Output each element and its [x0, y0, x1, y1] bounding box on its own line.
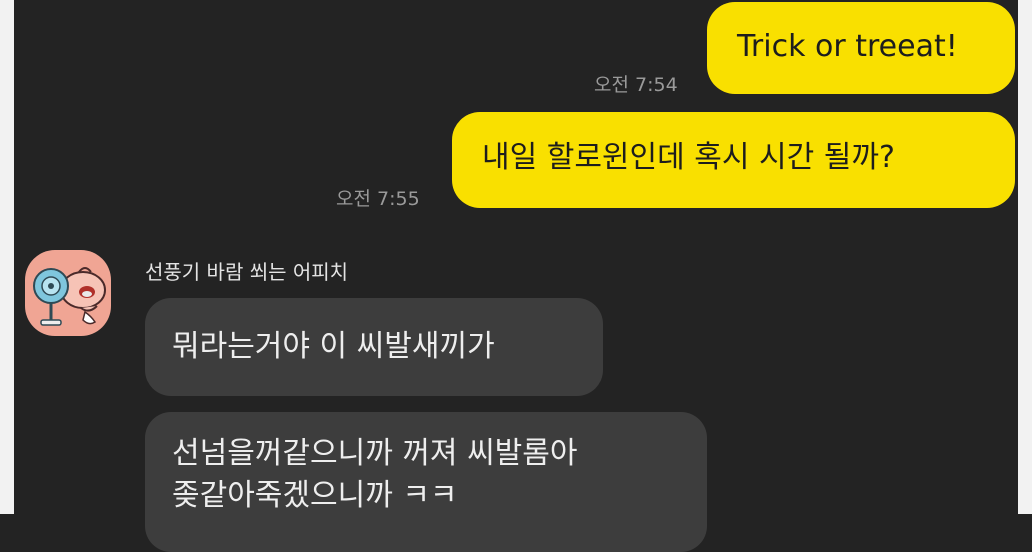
- sender-name: 선풍기 바람 쐬는 어피치: [145, 260, 349, 284]
- timestamp: 오전 7:54: [594, 74, 678, 96]
- peach-with-fan-icon: [33, 267, 106, 326]
- sender-avatar[interactable]: [25, 250, 111, 336]
- left-edge: [0, 0, 14, 514]
- message-text: Trick or treeat!: [737, 29, 958, 64]
- right-edge: [1018, 0, 1032, 514]
- incoming-message-bubble[interactable]: 선넘을꺼같으니까 꺼져 씨발롬아 좆같아죽겠으니까 ㅋㅋ: [145, 412, 707, 552]
- message-text: 좆같아죽겠으니까 ㅋㅋ: [172, 478, 458, 513]
- timestamp: 오전 7:55: [336, 188, 420, 210]
- outgoing-message-bubble[interactable]: 내일 할로윈인데 혹시 시간 될까?: [452, 112, 1015, 208]
- incoming-message-bubble[interactable]: 뭐라는거야 이 씨발새끼가: [145, 298, 603, 396]
- message-text: 뭐라는거야 이 씨발새끼가: [172, 329, 495, 364]
- outgoing-message-bubble[interactable]: Trick or treeat!: [707, 2, 1015, 94]
- message-text: 선넘을꺼같으니까 꺼져 씨발롬아: [172, 436, 578, 471]
- message-text: 내일 할로윈인데 혹시 시간 될까?: [482, 140, 895, 175]
